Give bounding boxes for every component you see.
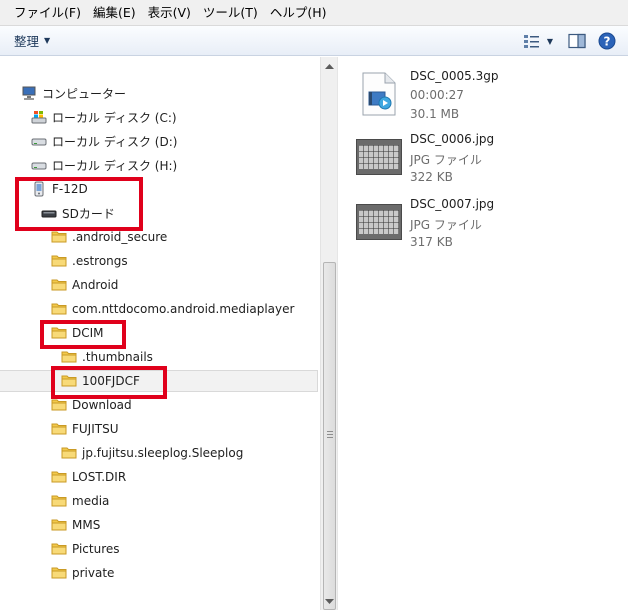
help-icon: ? [598,32,616,50]
tree-item-label: .android_secure [72,230,168,244]
tree-item-drive-h[interactable]: ローカル ディスク (H:) [0,154,318,176]
scroll-down-button[interactable] [321,593,338,610]
tree-item-label: ローカル ディスク (D:) [52,134,178,149]
file-name: DSC_0007.jpg [410,197,495,211]
tree-item-label: Android [72,278,119,292]
chevron-down-icon: ▼ [44,36,51,45]
folder-icon [51,301,67,317]
scrollbar-thumb[interactable] [323,262,336,610]
folder-icon [51,397,67,413]
highlight-dcim-box [40,320,126,349]
svg-text:?: ? [604,35,611,49]
tree-item-label: MMS [72,518,101,532]
keyboard-photo-image [356,139,402,175]
navigation-scrollbar[interactable] [320,57,337,610]
folder-icon [51,229,67,245]
highlight-100fjdcf-box [51,366,167,399]
menu-help[interactable]: ヘルプ(H) [264,2,333,24]
tree-item-label: LOST.DIR [72,470,127,484]
menu-bar: ファイル(F) 編集(E) 表示(V) ツール(T) ヘルプ(H) [0,0,628,26]
hard-drive-icon [31,133,47,149]
tree-item-label: ローカル ディスク (C:) [52,110,177,125]
file-size: 30.1 MB [410,107,460,121]
menu-view[interactable]: 表示(V) [142,2,197,24]
file-item[interactable]: DSC_0006.jpg JPG ファイル 322 KB [356,130,616,190]
tree-item-folder[interactable]: MMS [0,514,318,536]
file-type: JPG ファイル [410,153,482,167]
organize-button[interactable]: 整理 ▼ [14,31,50,50]
folder-icon [51,517,67,533]
folder-icon [61,445,77,461]
view-options-button[interactable]: ▼ [518,30,558,52]
tree-item-folder[interactable]: Android [0,274,318,296]
tree-item-label: Pictures [72,542,120,556]
preview-pane-button[interactable] [566,30,588,52]
photo-thumbnail [356,134,402,180]
tree-item-label: media [72,494,110,508]
command-bar: 整理 ▼ ▼ ? [0,26,628,56]
preview-pane-icon [568,33,586,49]
file-item[interactable]: DSC_0005.3gp 00:00:27 30.1 MB [356,67,616,127]
navigation-pane: コンピューター ローカル ディスク (C:) ローカル ディスク (D:) ロー… [0,57,320,610]
tree-item-drive-c[interactable]: ローカル ディスク (C:) [0,106,318,128]
tree-item-label: .thumbnails [82,350,153,364]
folder-icon [51,493,67,509]
tree-item-label: .estrongs [72,254,128,268]
grip-icon [327,431,333,440]
file-item[interactable]: DSC_0007.jpg JPG ファイル 317 KB [356,195,616,255]
tree-item-label: private [72,566,115,580]
tree-item-folder[interactable]: media [0,490,318,512]
folder-icon [51,421,67,437]
tree-item-label: FUJITSU [72,422,119,436]
toolbar-right: ▼ ? [510,30,618,52]
file-name: DSC_0005.3gp [410,69,499,83]
arrow-up-icon [325,63,334,69]
folder-icon [61,349,77,365]
file-name: DSC_0006.jpg [410,132,495,146]
organize-label: 整理 [14,34,40,49]
tree-item-folder[interactable]: jp.fujitsu.sleeplog.Sleeplog [0,442,318,464]
arrow-down-icon [325,598,334,604]
tree-item-label: com.nttdocomo.android.mediaplayer [72,302,295,316]
menu-tools[interactable]: ツール(T) [197,2,264,24]
system-drive-icon [31,109,47,125]
help-button[interactable]: ? [596,30,618,52]
video-file-icon [356,71,402,117]
highlight-device-box [15,177,143,231]
chevron-down-icon: ▼ [546,36,554,46]
tree-item-folder[interactable]: .thumbnails [0,346,318,368]
tree-item-folder[interactable]: Pictures [0,538,318,560]
tree-item-folder[interactable]: com.nttdocomo.android.mediaplayer [0,298,318,320]
tree-item-folder[interactable]: LOST.DIR [0,466,318,488]
folder-icon [51,565,67,581]
photo-thumbnail [356,199,402,245]
file-size: 317 KB [410,235,453,249]
scroll-up-button[interactable] [321,57,338,74]
file-size: 322 KB [410,170,453,184]
tree-item-label: ローカル ディスク (H:) [52,158,178,173]
computer-icon [21,85,37,101]
tree-item-label: jp.fujitsu.sleeplog.Sleeplog [82,446,244,460]
folder-icon [51,469,67,485]
tree-item-label: Download [72,398,132,412]
menu-file[interactable]: ファイル(F) [8,2,87,24]
file-type: JPG ファイル [410,218,482,232]
keyboard-photo-image [356,204,402,240]
tree-item-folder[interactable]: private [0,562,318,584]
view-list-icon [523,35,539,48]
file-list: DSC_0005.3gp 00:00:27 30.1 MB DSC_0006.j… [338,57,628,610]
menu-edit[interactable]: 編集(E) [87,2,142,24]
tree-item-label: コンピューター [42,86,127,101]
tree-item-computer[interactable]: コンピューター [0,82,318,104]
folder-icon [51,277,67,293]
tree-item-folder[interactable]: FUJITSU [0,418,318,440]
hard-drive-icon [31,157,47,173]
file-duration: 00:00:27 [410,88,464,102]
tree-item-drive-d[interactable]: ローカル ディスク (D:) [0,130,318,152]
folder-icon [51,253,67,269]
folder-icon [51,541,67,557]
tree-item-folder[interactable]: .estrongs [0,250,318,272]
